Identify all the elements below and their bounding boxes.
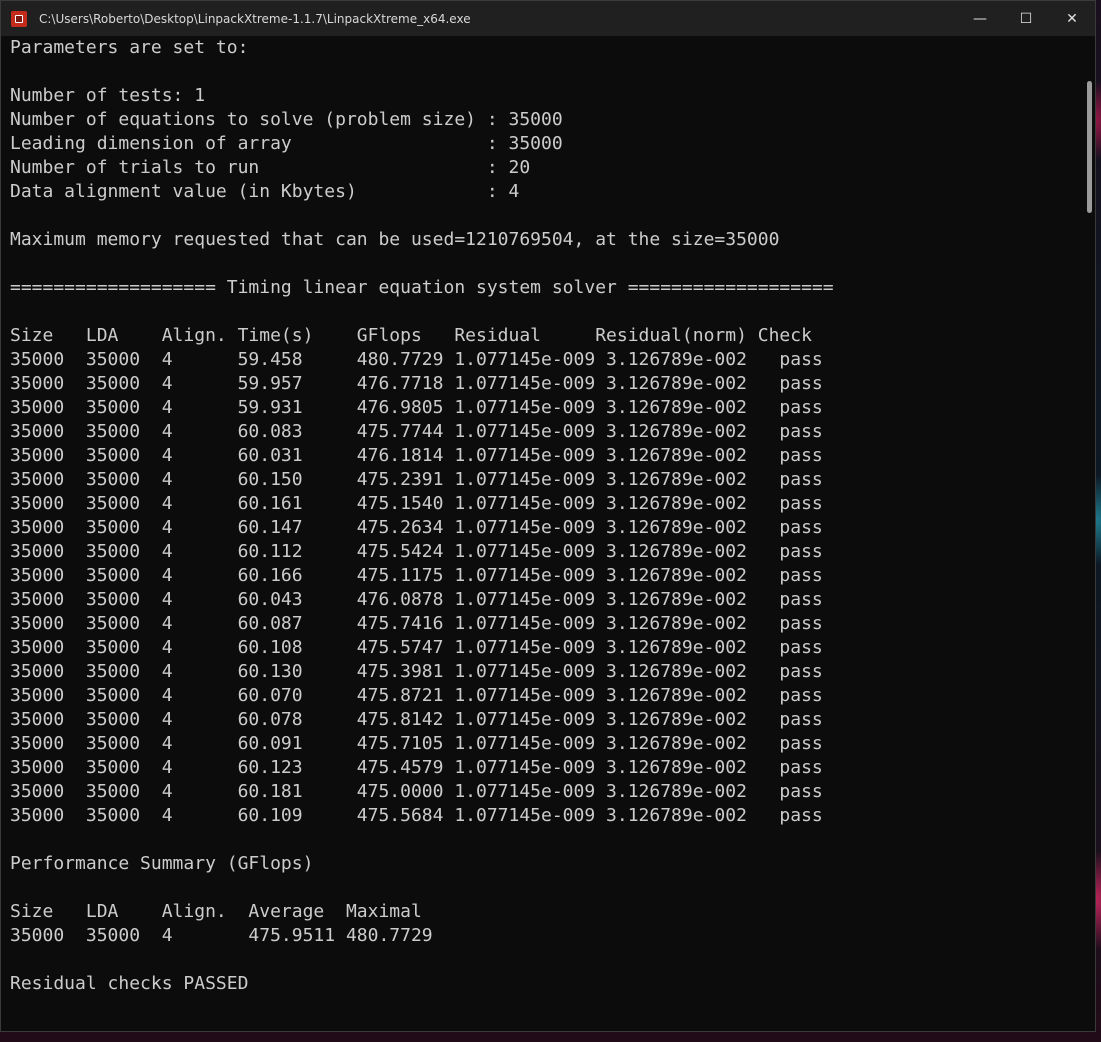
console-line: Maximum memory requested that can be use… — [10, 229, 780, 250]
console-line: Size LDA Align. Time(s) GFlops Residual … — [10, 325, 812, 346]
console-line: Number of trials to run : 20 — [10, 157, 531, 178]
console-window: C:\Users\Roberto\Desktop\LinpackXtreme-1… — [0, 0, 1096, 1032]
console-line: 35000 35000 4 60.166 475.1175 1.077145e-… — [10, 565, 823, 586]
console-line: Parameters are set to: — [10, 37, 249, 58]
console-line: 35000 35000 4 60.112 475.5424 1.077145e-… — [10, 541, 823, 562]
window-controls: — ☐ ✕ — [957, 1, 1095, 36]
console-line: 35000 35000 4 60.109 475.5684 1.077145e-… — [10, 805, 823, 826]
console-output[interactable]: Parameters are set to: Number of tests: 1… — [1, 36, 1081, 1031]
console-line: 35000 35000 4 60.161 475.1540 1.077145e-… — [10, 493, 823, 514]
maximize-button[interactable]: ☐ — [1003, 1, 1049, 36]
console-line: 35000 35000 4 60.147 475.2634 1.077145e-… — [10, 517, 823, 538]
console-line: 35000 35000 4 59.957 476.7718 1.077145e-… — [10, 373, 823, 394]
console-line: 35000 35000 4 60.031 476.1814 1.077145e-… — [10, 445, 823, 466]
console-line: Number of tests: 1 — [10, 85, 206, 106]
console-line: Data alignment value (in Kbytes) : 4 — [10, 181, 520, 202]
minimize-button[interactable]: — — [957, 1, 1003, 36]
console-line: 35000 35000 4 60.091 475.7105 1.077145e-… — [10, 733, 823, 754]
console-line: 35000 35000 4 60.043 476.0878 1.077145e-… — [10, 589, 823, 610]
console-line: 35000 35000 4 60.083 475.7744 1.077145e-… — [10, 421, 823, 442]
window-title: C:\Users\Roberto\Desktop\LinpackXtreme-1… — [39, 11, 471, 26]
title-bar[interactable]: C:\Users\Roberto\Desktop\LinpackXtreme-1… — [1, 1, 1095, 36]
console-line: 35000 35000 4 60.087 475.7416 1.077145e-… — [10, 613, 823, 634]
console-line: =================== Timing linear equati… — [10, 277, 834, 298]
console-line: Size LDA Align. Average Maximal — [10, 901, 422, 922]
console-line: Performance Summary (GFlops) — [10, 853, 314, 874]
console-line: 35000 35000 4 59.931 476.9805 1.077145e-… — [10, 397, 823, 418]
console-line: 35000 35000 4 60.181 475.0000 1.077145e-… — [10, 781, 823, 802]
console-line: 35000 35000 4 60.108 475.5747 1.077145e-… — [10, 637, 823, 658]
console-line: 35000 35000 4 60.150 475.2391 1.077145e-… — [10, 469, 823, 490]
console-line: Number of equations to solve (problem si… — [10, 109, 563, 130]
console-app-icon[interactable] — [11, 10, 27, 27]
console-line: 35000 35000 4 60.078 475.8142 1.077145e-… — [10, 709, 823, 730]
console-line: Residual checks PASSED — [10, 973, 249, 994]
console-line: 35000 35000 4 475.9511 480.7729 — [10, 925, 433, 946]
console-line: Leading dimension of array : 35000 — [10, 133, 563, 154]
console-line: 35000 35000 4 60.123 475.4579 1.077145e-… — [10, 757, 823, 778]
scrollbar-thumb[interactable] — [1087, 81, 1092, 213]
console-line: 35000 35000 4 60.070 475.8721 1.077145e-… — [10, 685, 823, 706]
close-button[interactable]: ✕ — [1049, 1, 1095, 36]
console-line: 35000 35000 4 59.458 480.7729 1.077145e-… — [10, 349, 823, 370]
console-line: 35000 35000 4 60.130 475.3981 1.077145e-… — [10, 661, 823, 682]
